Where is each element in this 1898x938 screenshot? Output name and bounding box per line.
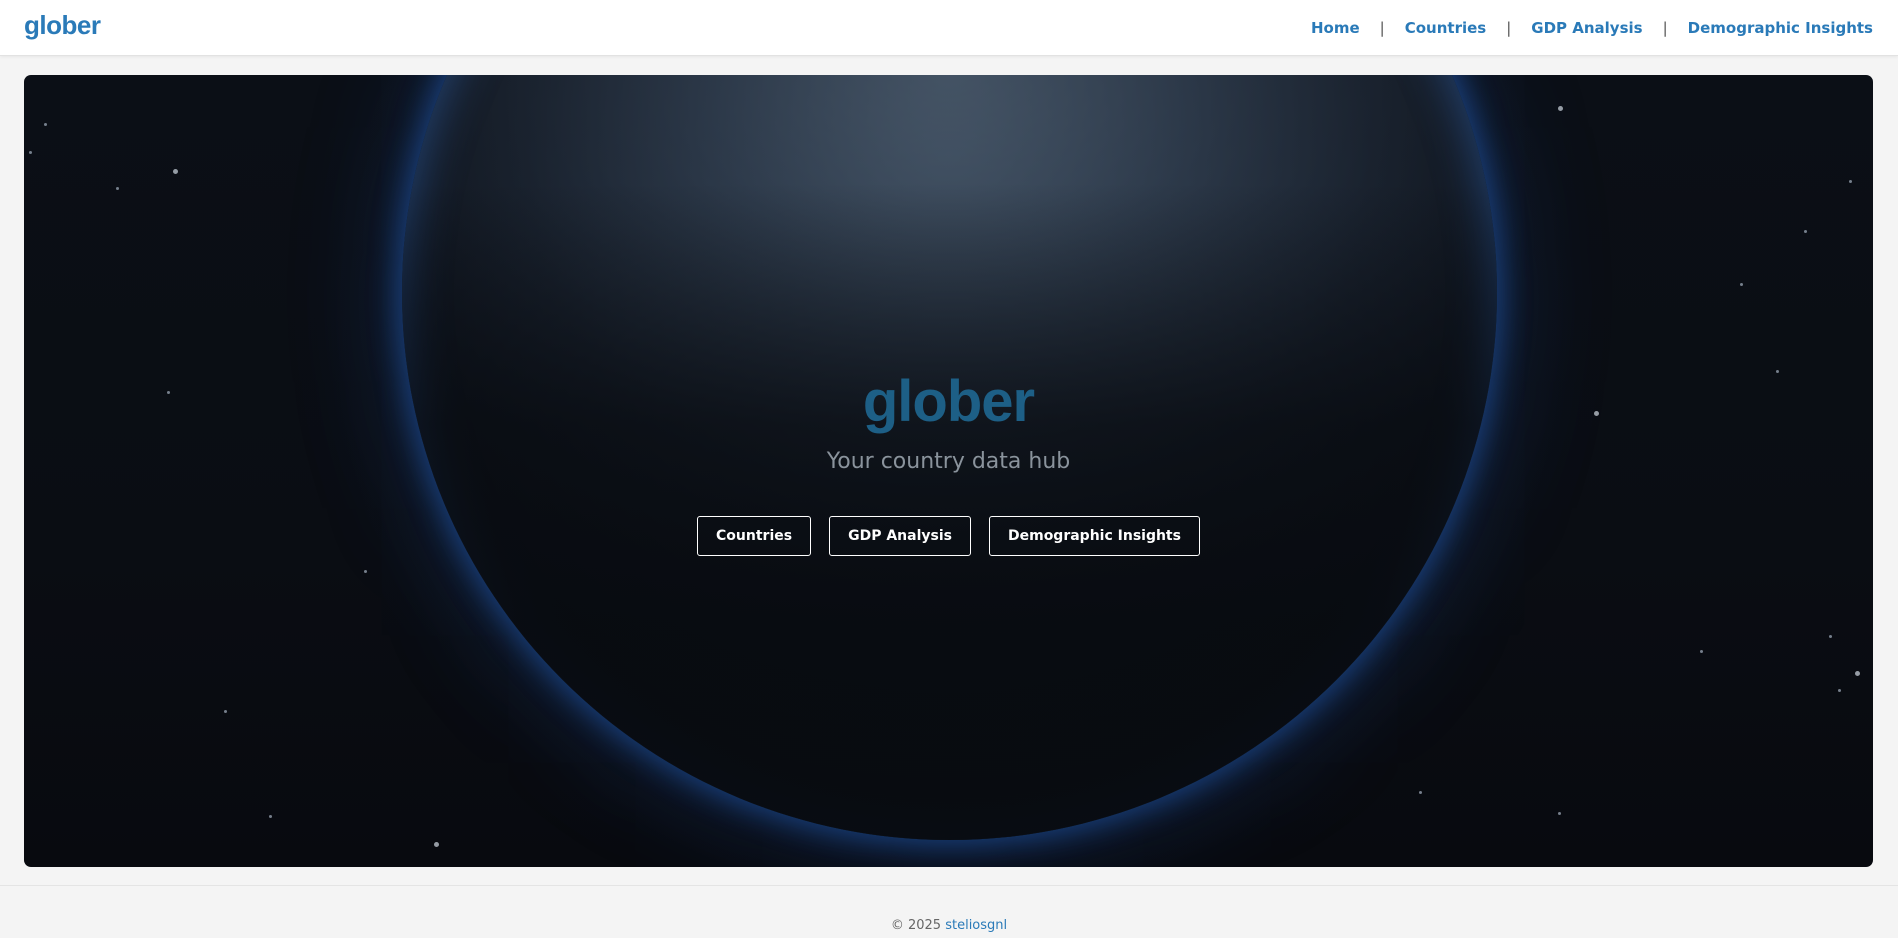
hero-banner: glober Your country data hub Countries G… [24, 75, 1873, 867]
brand-logo[interactable]: glober [24, 10, 101, 41]
nav-item-demographic-insights[interactable]: Demographic Insights [1688, 19, 1873, 37]
star [1849, 180, 1852, 183]
star [269, 815, 272, 818]
star [1558, 106, 1563, 111]
star [1838, 689, 1841, 692]
nav-item-countries[interactable]: Countries [1405, 19, 1486, 37]
star [116, 187, 119, 190]
nav-item-gdp-analysis[interactable]: GDP Analysis [1531, 19, 1642, 37]
star [1700, 650, 1703, 653]
star [224, 710, 227, 713]
copyright-text: © 2025 [890, 918, 946, 933]
hero-button-group: Countries GDP Analysis Demographic Insig… [24, 516, 1873, 556]
star [1829, 635, 1832, 638]
nav-separator: | [1506, 19, 1512, 37]
countries-button[interactable]: Countries [697, 516, 812, 556]
star [1419, 791, 1422, 794]
hero-title: glober [862, 369, 1035, 434]
star [44, 123, 47, 126]
top-navbar: glober Home | Countries | GDP Analysis |… [0, 0, 1898, 56]
star [364, 570, 367, 573]
demographic-insights-button[interactable]: Demographic Insights [988, 516, 1200, 556]
star [29, 151, 32, 154]
gdp-analysis-button[interactable]: GDP Analysis [829, 516, 971, 556]
main-nav: Home | Countries | GDP Analysis | Demogr… [1311, 0, 1873, 56]
star [1558, 812, 1561, 815]
star [1855, 671, 1860, 676]
star [434, 842, 439, 847]
nav-item-home[interactable]: Home [1311, 19, 1360, 37]
star [173, 169, 178, 174]
hero-subtitle: Your country data hub [826, 449, 1071, 474]
star [1740, 283, 1743, 286]
page-footer: © 2025 steliosgnl [0, 885, 1898, 938]
nav-separator: | [1662, 19, 1668, 37]
nav-separator: | [1379, 19, 1385, 37]
author-link[interactable]: steliosgnl [945, 918, 1007, 933]
star [1804, 230, 1807, 233]
